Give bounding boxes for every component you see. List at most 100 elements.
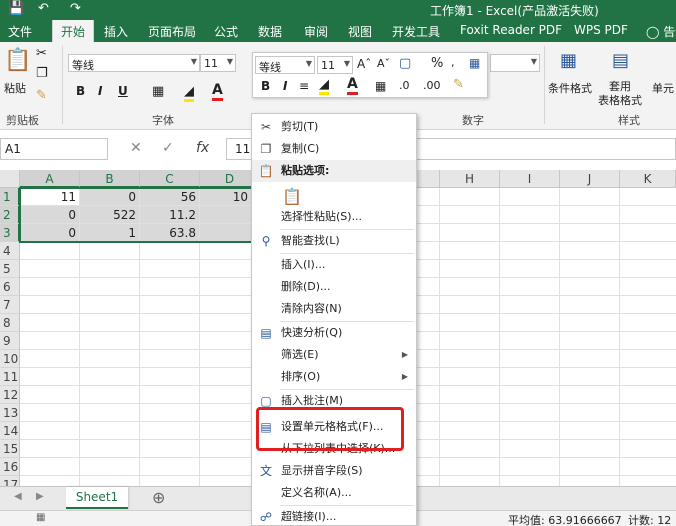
cell-c3[interactable]: 63.8 bbox=[140, 224, 200, 242]
scroll-right-icon[interactable]: ▶ bbox=[36, 491, 44, 502]
conditional-format-button[interactable]: 条件格式 bbox=[548, 80, 592, 96]
menu-item-format-cells[interactable]: ▤ 设置单元格格式(F)... bbox=[252, 416, 416, 438]
mini-font-color-icon[interactable]: A bbox=[347, 76, 358, 95]
enter-icon[interactable]: ✓ bbox=[162, 140, 174, 156]
column-header-h[interactable]: H bbox=[440, 170, 500, 188]
mini-border-icon[interactable]: ▦ bbox=[375, 79, 386, 93]
tab-data[interactable]: 数据 bbox=[258, 23, 282, 40]
border-icon[interactable]: ▦ bbox=[152, 84, 164, 99]
cell-styles-button[interactable]: 单元 bbox=[652, 80, 674, 96]
menu-item-insert[interactable]: 插入(I)... bbox=[252, 254, 416, 276]
cell-d2[interactable] bbox=[200, 206, 252, 224]
row-header-17[interactable]: 17 bbox=[0, 476, 20, 486]
column-header-a[interactable]: A bbox=[20, 170, 80, 188]
save-icon[interactable]: 💾 bbox=[8, 1, 24, 16]
column-header-j[interactable]: J bbox=[560, 170, 620, 188]
row-header-11[interactable]: 11 bbox=[0, 368, 20, 386]
cell-c2[interactable]: 11.2 bbox=[140, 206, 200, 224]
mini-decimal-icon[interactable]: .0 bbox=[399, 79, 410, 92]
fill-color-icon[interactable]: ◢ bbox=[184, 84, 194, 102]
cell-d3[interactable] bbox=[200, 224, 252, 242]
font-color-icon[interactable]: A bbox=[212, 82, 223, 101]
mini-font-size-select[interactable]: 11 ▼ bbox=[317, 56, 353, 74]
cell-b1[interactable]: 0 bbox=[80, 188, 140, 206]
tab-insert[interactable]: 插入 bbox=[104, 23, 128, 40]
function-icon[interactable]: fx bbox=[196, 140, 209, 156]
menu-item-cut[interactable]: ✂ 剪切(T) bbox=[252, 116, 416, 138]
tab-formulas[interactable]: 公式 bbox=[214, 23, 238, 40]
menu-item-paste-special[interactable]: 选择性粘贴(S)... bbox=[252, 206, 416, 228]
underline-button[interactable]: U bbox=[118, 84, 128, 98]
tab-wps-pdf[interactable]: WPS PDF bbox=[574, 23, 628, 37]
copy-icon[interactable]: ❐ bbox=[36, 66, 48, 81]
mini-font-name-select[interactable]: 等线 ▼ bbox=[255, 56, 315, 74]
font-name-select[interactable]: 等线 ▼ bbox=[68, 54, 200, 72]
row-header-13[interactable]: 13 bbox=[0, 404, 20, 422]
cell-a1[interactable]: 11 bbox=[20, 188, 80, 206]
cancel-icon[interactable]: ✕ bbox=[130, 140, 142, 156]
row-header-3[interactable]: 3 bbox=[0, 224, 20, 242]
increase-font-icon[interactable]: Aˆ bbox=[357, 57, 371, 71]
cell-a2[interactable]: 0 bbox=[20, 206, 80, 224]
menu-item-filter[interactable]: 筛选(E) ▶ bbox=[252, 344, 416, 366]
scroll-left-icon[interactable]: ◀ bbox=[14, 491, 22, 502]
add-sheet-button[interactable]: ⊕ bbox=[152, 488, 165, 507]
mini-fill-color-icon[interactable]: ◢ bbox=[319, 77, 329, 95]
tab-tell-me[interactable]: ◯ 告诉 bbox=[646, 23, 676, 40]
currency-icon[interactable]: ▢ bbox=[399, 56, 411, 71]
menu-item-insert-comment[interactable]: ▢ 插入批注(M) bbox=[252, 390, 416, 412]
paste-button[interactable]: 粘贴 bbox=[4, 80, 26, 96]
menu-item-smart-lookup[interactable]: ⚲ 智能查找(L) bbox=[252, 230, 416, 252]
tab-view[interactable]: 视图 bbox=[348, 23, 372, 40]
row-header-8[interactable]: 8 bbox=[0, 314, 20, 332]
mini-align-icon[interactable]: ≡ bbox=[299, 79, 309, 93]
row-header-6[interactable]: 6 bbox=[0, 278, 20, 296]
menu-item-hyperlink[interactable]: ☍ 超链接(I)... bbox=[252, 506, 416, 526]
italic-button[interactable]: I bbox=[98, 84, 102, 98]
row-header-15[interactable]: 15 bbox=[0, 440, 20, 458]
menu-item-copy[interactable]: ❐ 复制(C) bbox=[252, 138, 416, 160]
cell-d1[interactable]: 10 bbox=[200, 188, 252, 206]
row-header-1[interactable]: 1 bbox=[0, 188, 20, 206]
row-header-7[interactable]: 7 bbox=[0, 296, 20, 314]
tab-page-layout[interactable]: 页面布局 bbox=[148, 23, 196, 40]
mini-decimal-decrease-icon[interactable]: .00 bbox=[423, 79, 441, 92]
conditional-format-icon[interactable]: ▦ bbox=[560, 50, 577, 71]
column-header-k[interactable]: K bbox=[620, 170, 676, 188]
table-format-button[interactable]: 套用 表格格式 bbox=[598, 80, 642, 108]
macro-record-icon[interactable]: ▦ bbox=[36, 512, 45, 523]
paste-icon[interactable]: 📋 bbox=[4, 48, 31, 73]
decrease-font-icon[interactable]: Aˇ bbox=[377, 57, 390, 70]
sheet-tab-sheet1[interactable]: Sheet1 bbox=[66, 487, 128, 509]
tab-review[interactable]: 审阅 bbox=[304, 23, 328, 40]
select-all-corner[interactable] bbox=[0, 170, 20, 188]
column-header-c[interactable]: C bbox=[140, 170, 200, 188]
row-header-4[interactable]: 4 bbox=[0, 242, 20, 260]
menu-item-show-phonetic[interactable]: 文显示拼音字段(S) bbox=[252, 460, 416, 482]
menu-item-delete[interactable]: 删除(D)... bbox=[252, 276, 416, 298]
tab-foxit-pdf[interactable]: Foxit Reader PDF bbox=[460, 23, 562, 37]
tab-home[interactable]: 开始 bbox=[52, 20, 95, 42]
undo-icon[interactable]: ↶ bbox=[38, 1, 49, 16]
cut-icon[interactable]: ✂ bbox=[36, 46, 47, 61]
cell-b3[interactable]: 1 bbox=[80, 224, 140, 242]
format-painter-icon[interactable]: ✎ bbox=[36, 88, 47, 103]
menu-item-pick-from-list[interactable]: 从下拉列表中选择(K)... bbox=[252, 438, 416, 460]
name-box[interactable]: A1 bbox=[0, 138, 108, 160]
tab-developer[interactable]: 开发工具 bbox=[392, 23, 440, 40]
redo-icon[interactable]: ↷ bbox=[70, 1, 81, 16]
number-format-select[interactable]: ▼ bbox=[490, 54, 540, 72]
row-header-5[interactable]: 5 bbox=[0, 260, 20, 278]
row-header-12[interactable]: 12 bbox=[0, 386, 20, 404]
row-header-9[interactable]: 9 bbox=[0, 332, 20, 350]
menu-item-quick-analysis[interactable]: ▤ 快速分析(Q) bbox=[252, 322, 416, 344]
bold-button[interactable]: B bbox=[76, 84, 85, 98]
row-header-14[interactable]: 14 bbox=[0, 422, 20, 440]
table-format-icon[interactable]: ▤ bbox=[612, 50, 629, 71]
mini-bold-button[interactable]: B bbox=[261, 79, 270, 93]
mini-format-painter-icon[interactable]: ✎ bbox=[453, 77, 464, 92]
percent-button[interactable]: % bbox=[431, 56, 443, 71]
row-header-16[interactable]: 16 bbox=[0, 458, 20, 476]
mini-italic-button[interactable]: I bbox=[283, 79, 287, 93]
comma-style-icon[interactable]: , bbox=[451, 56, 455, 69]
